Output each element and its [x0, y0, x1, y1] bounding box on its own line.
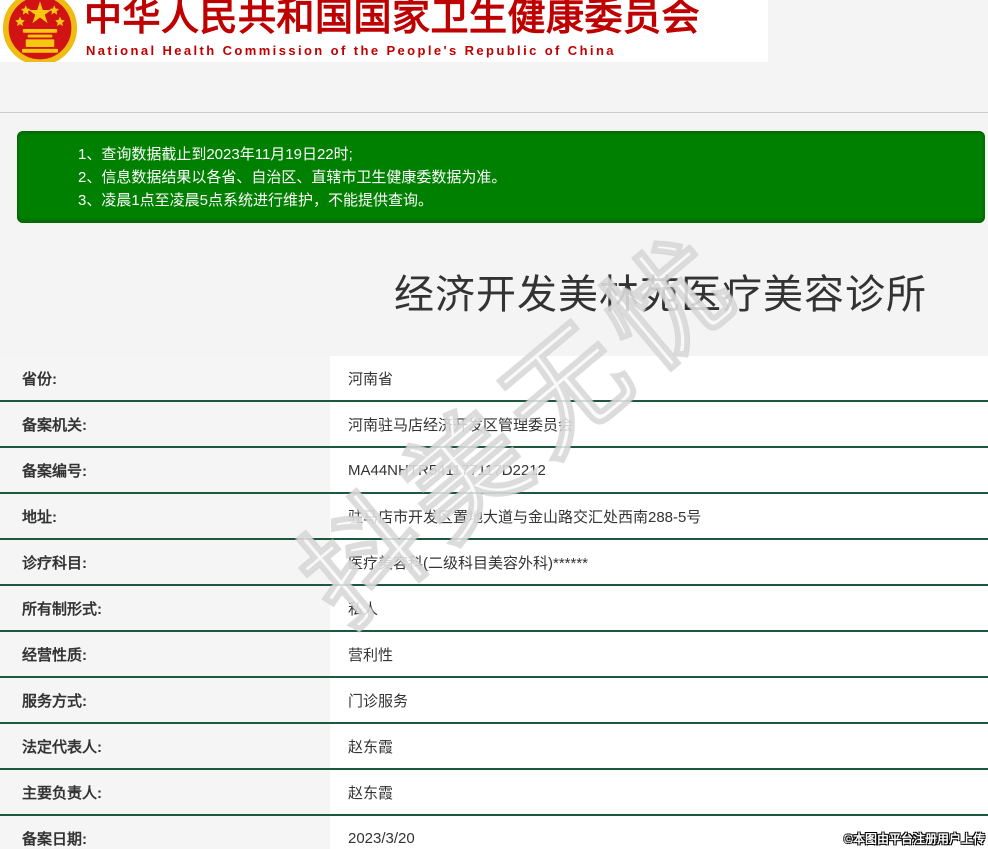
record-table: 省份: 河南省 备案机关: 河南驻马店经济开发区管理委员会 备案编号: MA44…	[0, 356, 988, 849]
row-value: MA44NHTR541177117D2212	[330, 448, 988, 492]
row-label: 备案编号:	[0, 448, 330, 492]
notice-line: 2、信息数据结果以各省、自治区、直辖市卫生健康委数据为准。	[78, 169, 507, 186]
site-header: 中华人民共和国国家卫生健康委员会 National Health Commiss…	[0, 0, 768, 62]
row-label: 省份:	[0, 356, 330, 400]
table-row: 备案日期: 2023/3/20	[0, 816, 988, 849]
table-row: 省份: 河南省	[0, 356, 988, 402]
row-value: 门诊服务	[330, 678, 988, 722]
row-label: 备案日期:	[0, 816, 330, 849]
table-row: 地址: 驻马店市开发区置地大道与金山路交汇处西南288-5号	[0, 494, 988, 540]
row-value: 营利性	[330, 632, 988, 676]
notice-line: 1、查询数据截止到2023年11月19日22时;	[78, 146, 353, 163]
row-value: 医疗美容科(二级科目美容外科)******	[330, 540, 988, 584]
row-value: 私人	[330, 586, 988, 630]
row-value: 赵东霞	[330, 770, 988, 814]
row-label: 地址:	[0, 494, 330, 538]
table-row: 备案编号: MA44NHTR541177117D2212	[0, 448, 988, 494]
row-label: 主要负责人:	[0, 770, 330, 814]
table-row: 所有制形式: 私人	[0, 586, 988, 632]
row-value: 河南驻马店经济开发区管理委员会	[330, 402, 988, 446]
row-label: 服务方式:	[0, 678, 330, 722]
row-label: 诊疗科目:	[0, 540, 330, 584]
header-title-cn: 中华人民共和国国家卫生健康委员会	[84, 0, 701, 39]
header-divider	[0, 112, 988, 113]
national-emblem-icon	[2, 0, 78, 62]
table-row: 经营性质: 营利性	[0, 632, 988, 678]
row-value: 驻马店市开发区置地大道与金山路交汇处西南288-5号	[330, 494, 988, 538]
table-row: 服务方式: 门诊服务	[0, 678, 988, 724]
row-label: 所有制形式:	[0, 586, 330, 630]
row-label: 经营性质:	[0, 632, 330, 676]
table-row: 诊疗科目: 医疗美容科(二级科目美容外科)******	[0, 540, 988, 586]
page: 中华人民共和国国家卫生健康委员会 National Health Commiss…	[0, 0, 988, 849]
row-label: 备案机关:	[0, 402, 330, 446]
attribution-text: ©本图由平台注册用户上传	[844, 832, 985, 846]
header-title-en: National Health Commission of the People…	[86, 43, 616, 58]
table-row: 备案机关: 河南驻马店经济开发区管理委员会	[0, 402, 988, 448]
row-label: 法定代表人:	[0, 724, 330, 768]
row-value: 赵东霞	[330, 724, 988, 768]
notice-line: 3、凌晨1点至凌晨5点系统进行维护，不能提供查询。	[78, 192, 434, 209]
table-row: 主要负责人: 赵东霞	[0, 770, 988, 816]
page-title: 经济开发美林苑医疗美容诊所	[394, 273, 927, 317]
notice-box: 1、查询数据截止到2023年11月19日22时; 2、信息数据结果以各省、自治区…	[17, 131, 985, 223]
row-value: 河南省	[330, 356, 988, 400]
table-row: 法定代表人: 赵东霞	[0, 724, 988, 770]
